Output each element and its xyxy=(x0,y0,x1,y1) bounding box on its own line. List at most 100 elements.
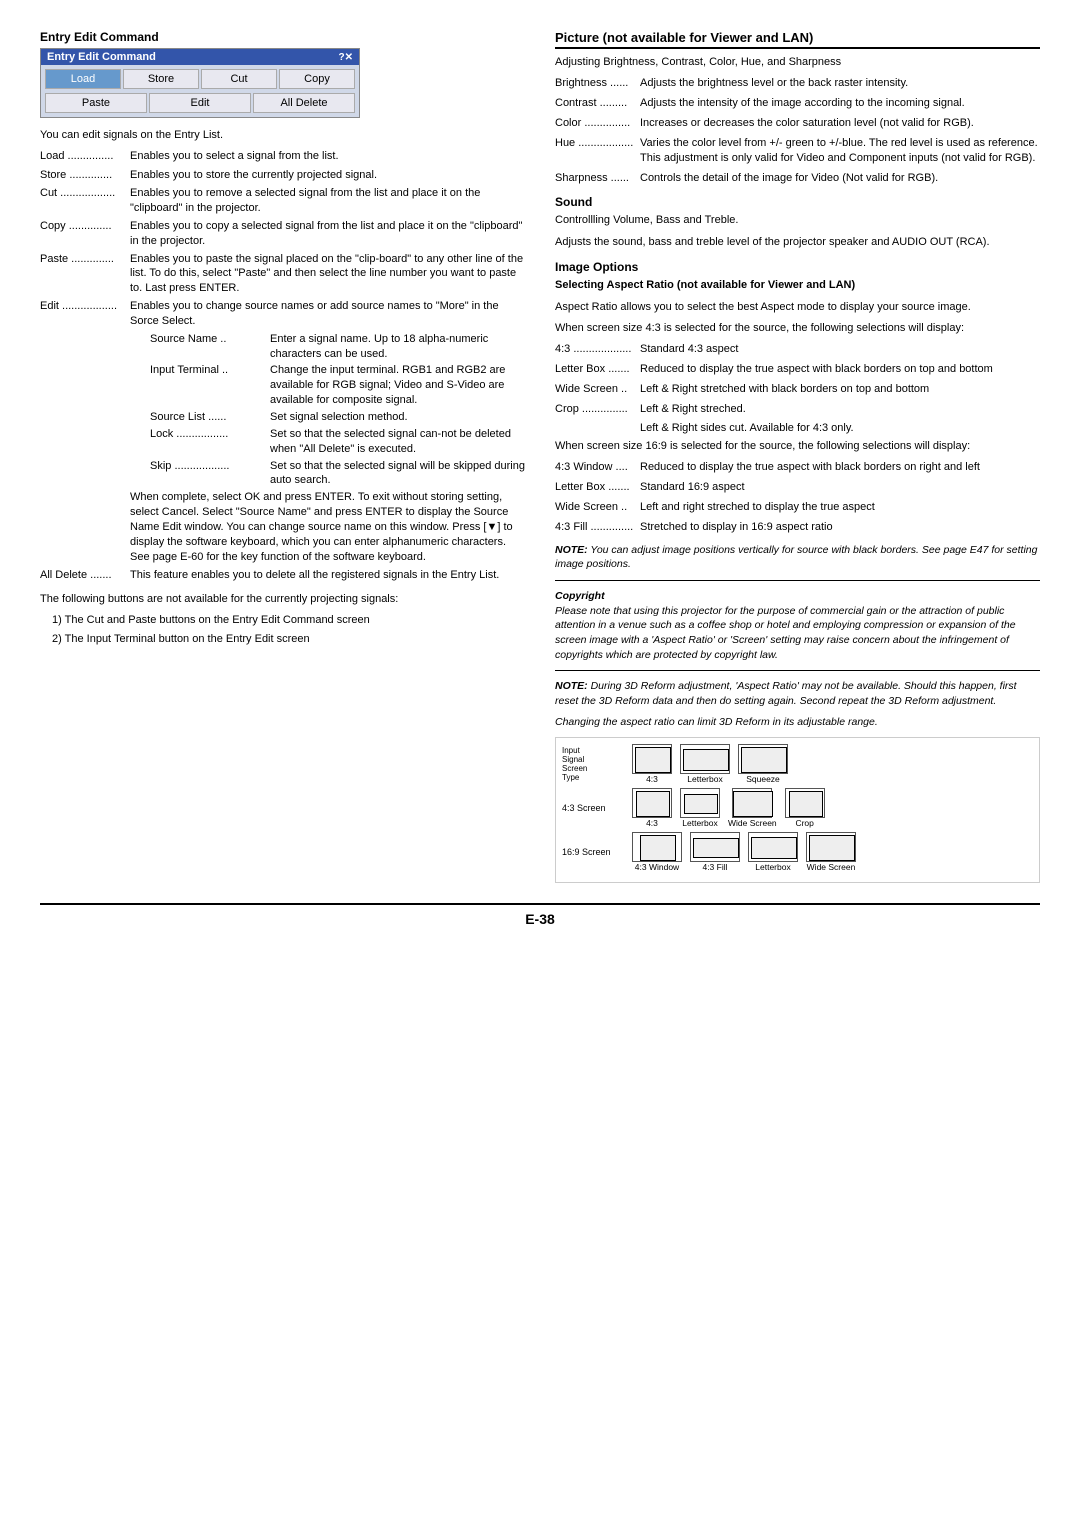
diag-label-letterbox: Letterbox xyxy=(687,774,722,784)
widescreen-43-def: Left & Right stretched with black border… xyxy=(640,382,1040,397)
sub-term-1: Input Terminal .. xyxy=(150,363,270,408)
43window-def: Reduced to display the true aspect with … xyxy=(640,460,1040,475)
entry-edit-box-label: Entry Edit Command xyxy=(47,51,156,63)
list-item: Wide Screen .. Left and right streched t… xyxy=(555,500,1040,515)
diag-43screen-label1: 4:3 xyxy=(646,818,658,828)
list-item: Letter Box ....... Standard 16:9 aspect xyxy=(555,480,1040,495)
copy-button[interactable]: Copy xyxy=(279,69,355,89)
numbered-item-1: 1) The Cut and Paste buttons on the Entr… xyxy=(52,613,525,628)
diag-screen-item: Squeeze xyxy=(738,744,788,784)
letterbox-169-def: Standard 16:9 aspect xyxy=(640,480,1040,495)
load-button[interactable]: Load xyxy=(45,69,121,89)
list-item: Color ............... Increases or decre… xyxy=(555,116,1040,131)
picture-section-title: Picture (not available for Viewer and LA… xyxy=(555,30,1040,49)
def-copy: Enables you to copy a selected signal fr… xyxy=(130,219,525,249)
letterbox-169-term: Letter Box ....... xyxy=(555,480,640,495)
store-button[interactable]: Store xyxy=(123,69,199,89)
diag-label-43: 4:3 xyxy=(646,774,658,784)
intro-text: You can edit signals on the Entry List. xyxy=(40,128,525,143)
sound-intro: Controllling Volume, Bass and Treble. xyxy=(555,213,1040,228)
list-item: 4:3 Fill .............. Stretched to dis… xyxy=(555,520,1040,535)
sub-def-1: Change the input terminal. RGB1 and RGB2… xyxy=(270,363,525,408)
note2-text: During 3D Reform adjustment, 'Aspect Rat… xyxy=(555,680,1017,707)
term-load: Load ............... xyxy=(40,149,130,164)
divider1 xyxy=(555,580,1040,581)
diag-screen-item: 4:3 xyxy=(632,788,672,828)
contrast-term: Contrast ......... xyxy=(555,96,640,111)
picture-items: Brightness ...... Adjusts the brightness… xyxy=(555,76,1040,185)
right-column: Picture (not available for Viewer and LA… xyxy=(555,30,1040,883)
list-item: Cut .................. Enables you to re… xyxy=(40,186,525,216)
aspect-169-desc: When screen size 16:9 is selected for th… xyxy=(555,439,1040,454)
43fill-term: 4:3 Fill .............. xyxy=(555,520,640,535)
page-number: E-38 xyxy=(525,911,555,927)
note3: Changing the aspect ratio can limit 3D R… xyxy=(555,715,1040,730)
diag-169screen-screens: 4:3 Window 4:3 Fill Letterbox xyxy=(632,832,856,872)
def-all-delete: This feature enables you to delete all t… xyxy=(130,568,525,583)
def-store: Enables you to store the currently proje… xyxy=(130,168,525,183)
diag-169screen-label2: 4:3 Fill xyxy=(702,862,727,872)
list-item: Letter Box ....... Reduced to display th… xyxy=(555,362,1040,377)
diag-43screen-label3: Wide Screen xyxy=(728,818,777,828)
crop-term: Crop ............... xyxy=(555,402,640,417)
diag-43screen-label: 4:3 Screen xyxy=(562,803,632,813)
sub-def-0: Enter a signal name. Up to 18 alpha-nume… xyxy=(270,332,525,362)
list-item: Brightness ...... Adjusts the brightness… xyxy=(555,76,1040,91)
letterbox-43-term: Letter Box ....... xyxy=(555,362,640,377)
list-item: All Delete ....... This feature enables … xyxy=(40,568,525,583)
edit-sub-items: Source Name .. Enter a signal name. Up t… xyxy=(40,332,525,488)
list-item: Copy .............. Enables you to copy … xyxy=(40,219,525,249)
footer-para: The following buttons are not available … xyxy=(40,592,525,607)
contrast-def: Adjusts the intensity of the image accor… xyxy=(640,96,1040,111)
list-item: Hue .................. Varies the color … xyxy=(555,136,1040,166)
term-copy: Copy .............. xyxy=(40,219,130,249)
note2: NOTE: During 3D Reform adjustment, 'Aspe… xyxy=(555,679,1040,708)
diag-header-screens: 4:3 Letterbox Squeeze xyxy=(632,744,788,784)
hue-term: Hue .................. xyxy=(555,136,640,166)
sound-title: Sound xyxy=(555,195,1040,209)
all-delete-button[interactable]: All Delete xyxy=(253,93,355,113)
cut-button[interactable]: Cut xyxy=(201,69,277,89)
page-footer: E-38 xyxy=(40,903,1040,927)
list-item: Sharpness ...... Controls the detail of … xyxy=(555,171,1040,186)
sub-def-3: Set so that the selected signal can-not … xyxy=(270,427,525,457)
sharpness-def: Controls the detail of the image for Vid… xyxy=(640,171,1040,186)
list-item: Contrast ......... Adjusts the intensity… xyxy=(555,96,1040,111)
entry-edit-title: Entry Edit Command xyxy=(40,30,525,44)
list-item: Source Name .. Enter a signal name. Up t… xyxy=(150,332,525,362)
edit-button[interactable]: Edit xyxy=(149,93,251,113)
left-column: Entry Edit Command Entry Edit Command ?✕… xyxy=(40,30,525,883)
43window-term: 4:3 Window .... xyxy=(555,460,640,475)
widescreen-43-term: Wide Screen .. xyxy=(555,382,640,397)
diag-screen-item: Letterbox xyxy=(680,788,720,828)
entry-edit-box-icons: ?✕ xyxy=(339,52,354,63)
43fill-def: Stretched to display in 16:9 aspect rati… xyxy=(640,520,1040,535)
list-item: Wide Screen .. Left & Right stretched wi… xyxy=(555,382,1040,397)
entry-edit-buttons-row1: Load Store Cut Copy xyxy=(41,65,359,93)
aspect-ratio-desc2: When screen size 4:3 is selected for the… xyxy=(555,321,1040,336)
sub-term-4: Skip .................. xyxy=(150,459,270,489)
paste-button[interactable]: Paste xyxy=(45,93,147,113)
diag-screen-item: 4:3 Window xyxy=(632,832,682,872)
copyright-text: Please note that using this projector fo… xyxy=(555,605,1016,661)
crop-sub: Left & Right sides cut. Available for 4:… xyxy=(640,422,1040,434)
divider2 xyxy=(555,670,1040,671)
term-all-delete: All Delete ....... xyxy=(40,568,130,583)
diag-169screen-label4: Wide Screen xyxy=(807,862,856,872)
diag-screen-item: Letterbox xyxy=(748,832,798,872)
aspect-43-items: 4:3 ................... Standard 4:3 asp… xyxy=(555,342,1040,416)
aspect-diagram: InputSignalScreenType 4:3 Letterbox xyxy=(555,737,1040,883)
sub-term-2: Source List ...... xyxy=(150,410,270,425)
list-item: Load ............... Enables you to sele… xyxy=(40,149,525,164)
diag-43screen-label2: Letterbox xyxy=(682,818,717,828)
diag-screen-item: Wide Screen xyxy=(728,788,777,828)
diag-169screen-label3: Letterbox xyxy=(755,862,790,872)
list-item: Paste .............. Enables you to past… xyxy=(40,252,525,297)
note1-text: You can adjust image positions verticall… xyxy=(555,544,1037,571)
sub-def-2: Set signal selection method. xyxy=(270,410,525,425)
color-term: Color ............... xyxy=(555,116,640,131)
list-item: Input Terminal .. Change the input termi… xyxy=(150,363,525,408)
commands-list: Load ............... Enables you to sele… xyxy=(40,149,525,328)
all-delete-item: All Delete ....... This feature enables … xyxy=(40,568,525,583)
list-item: Edit .................. Enables you to c… xyxy=(40,299,525,329)
